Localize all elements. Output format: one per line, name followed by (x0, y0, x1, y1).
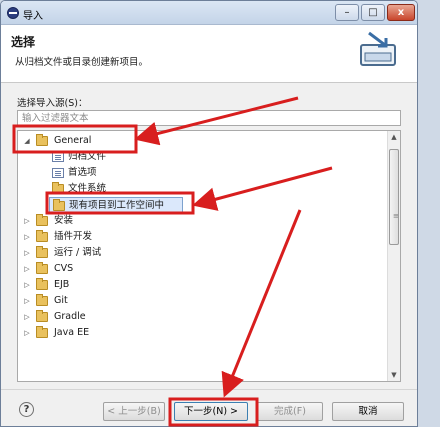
expand-arrow-icon[interactable]: ▷ (22, 245, 32, 261)
folder-icon (36, 230, 48, 242)
finish-button[interactable]: 完成(F) (257, 402, 323, 421)
tree-item-label: 现有项目到工作空间中 (69, 200, 165, 211)
tree-item-run-debug[interactable]: ▷ 运行 / 调试 (22, 245, 142, 261)
page-description: 从归档文件或目录创建新项目。 (15, 57, 149, 68)
folder-icon (36, 310, 48, 322)
scroll-down-arrow-icon[interactable]: ▼ (388, 369, 400, 381)
tree-item-java-ee[interactable]: ▷ Java EE (22, 325, 142, 341)
tree-item-label: Git (54, 295, 68, 306)
next-button[interactable]: 下一步(N) > (174, 402, 248, 421)
tree-item-label: 文件系统 (68, 183, 107, 194)
folder-icon (36, 262, 48, 274)
folder-icon (52, 182, 64, 194)
archive-icon (52, 152, 64, 162)
cancel-button[interactable]: 取消 (332, 402, 404, 421)
import-wizard-icon (360, 31, 396, 66)
tree-item-label: 插件开发 (54, 231, 93, 242)
tree-item-label: General (54, 135, 92, 146)
maximize-button[interactable]: □ (361, 4, 385, 21)
tree-item-label: 归档文件 (68, 151, 107, 162)
tree-item-label: CVS (54, 263, 74, 274)
expand-arrow-icon[interactable]: ▷ (22, 309, 32, 325)
expand-arrow-icon[interactable]: ▷ (22, 293, 32, 309)
filter-input[interactable] (17, 110, 401, 126)
tree-item-label: 首选项 (68, 167, 97, 178)
tree-item-filesystem[interactable]: 文件系统 (50, 181, 170, 197)
folder-icon (36, 278, 48, 290)
folder-icon (36, 326, 48, 338)
tree-item-cvs[interactable]: ▷ CVS (22, 261, 142, 277)
tree-item-preferences[interactable]: 首选项 (50, 165, 170, 181)
eclipse-app-icon (7, 7, 19, 19)
page-title: 选择 (11, 35, 36, 49)
expand-arrow-icon[interactable]: ◢ (22, 133, 32, 149)
back-button[interactable]: < 上一步(B) (103, 402, 165, 421)
import-source-label: 选择导入源(S)： (17, 98, 88, 109)
window-title: 导入 (23, 11, 43, 22)
close-button[interactable]: x (387, 4, 415, 21)
expand-arrow-icon[interactable]: ▷ (22, 325, 32, 341)
tree-item-general[interactable]: ◢ General (22, 133, 142, 149)
tree-item-git[interactable]: ▷ Git (22, 293, 142, 309)
expand-arrow-icon[interactable]: ▷ (22, 261, 32, 277)
import-source-tree[interactable]: ◢ General 归档文件 首选项 文件系统 现有项目到工作空间中 ▷ 安装 … (17, 130, 401, 382)
folder-icon (36, 294, 48, 306)
scroll-up-arrow-icon[interactable]: ▲ (388, 131, 400, 143)
expand-arrow-icon[interactable]: ▷ (22, 229, 32, 245)
folder-icon (36, 214, 48, 226)
tree-item-label: Gradle (54, 311, 86, 322)
tree-item-label: 安装 (54, 215, 74, 226)
import-dialog: 导入 – □ x 选择 从归档文件或目录创建新项目。 选择导入源(S)： ◢ G… (0, 0, 418, 427)
tree-item-archive[interactable]: 归档文件 (50, 149, 170, 165)
tree-item-gradle[interactable]: ▷ Gradle (22, 309, 142, 325)
title-bar[interactable]: 导入 – □ x (1, 1, 417, 25)
tree-scrollbar[interactable]: ▲ ≡ ▼ (387, 131, 400, 381)
tree-item-label: EJB (54, 279, 70, 290)
wizard-body: 选择导入源(S)： ◢ General 归档文件 首选项 文件系统 (1, 83, 417, 383)
project-folder-icon (53, 199, 65, 211)
wizard-footer: ? < 上一步(B) 下一步(N) > 完成(F) 取消 (1, 389, 417, 426)
folder-open-icon (36, 134, 48, 146)
tree-item-existing-projects[interactable]: 现有项目到工作空间中 (49, 197, 183, 213)
folder-icon (36, 246, 48, 258)
grip-icon: ≡ (393, 212, 399, 220)
expand-arrow-icon[interactable]: ▷ (22, 277, 32, 293)
scrollbar-thumb[interactable]: ≡ (389, 149, 399, 245)
tree-item-ejb[interactable]: ▷ EJB (22, 277, 142, 293)
preferences-icon (52, 168, 64, 178)
wizard-header: 选择 从归档文件或目录创建新项目。 (1, 25, 417, 83)
tree-item-install[interactable]: ▷ 安装 (22, 213, 142, 229)
tree-item-label: Java EE (54, 327, 90, 338)
expand-arrow-icon[interactable]: ▷ (22, 213, 32, 229)
minimize-button[interactable]: – (335, 4, 359, 21)
tree-item-plugin-dev[interactable]: ▷ 插件开发 (22, 229, 142, 245)
tree-item-label: 运行 / 调试 (54, 247, 102, 258)
help-icon[interactable]: ? (19, 402, 34, 417)
